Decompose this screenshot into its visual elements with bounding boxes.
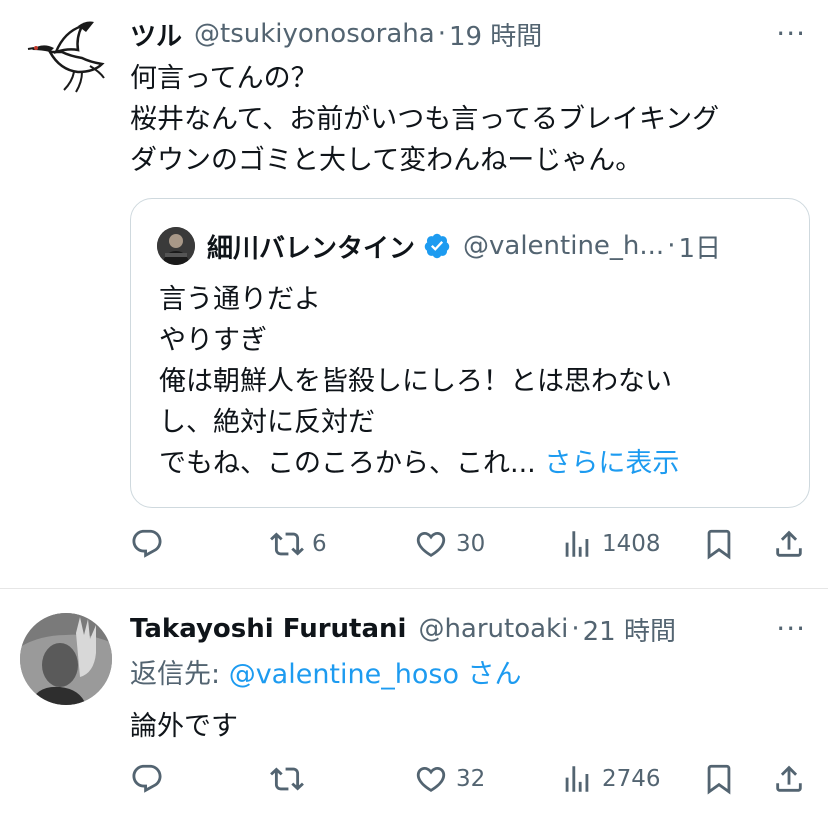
heart-icon: [416, 531, 446, 557]
views-count: 1408: [602, 531, 661, 557]
tweet-text-line: 桜井なんて、お前がいつも言ってるブレイキング: [130, 104, 720, 135]
reply-icon: [132, 764, 162, 793]
quote-avatar[interactable]: [157, 227, 195, 265]
like-count: 32: [456, 766, 486, 792]
author-name[interactable]: Takayoshi Furutani: [130, 614, 406, 644]
timestamp[interactable]: 19 時間: [449, 16, 542, 53]
tweet-text-line: ダウンのゴミと大して変わんねーじゃん。: [130, 145, 643, 176]
reply-mention-link[interactable]: @valentine_hoso: [229, 659, 459, 690]
replying-to: 返信先: @valentine_hoso さん: [130, 655, 522, 695]
quote-text-line: 俺は朝鮮人を皆殺しにしろ！とは思わない: [159, 366, 672, 397]
quote-author-handle[interactable]: @valentine_h...: [463, 231, 664, 261]
share-button[interactable]: [772, 522, 806, 566]
retweet-icon: [270, 767, 304, 791]
reply-button[interactable]: [130, 522, 164, 566]
author-name[interactable]: ツル: [130, 16, 182, 53]
action-bar: 6 30 1408: [130, 522, 810, 566]
views-button[interactable]: 1408: [560, 522, 661, 566]
quote-text-line: 言う通りだよ: [159, 284, 321, 315]
views-chart-icon: [565, 766, 589, 792]
action-bar: 32 2746: [130, 757, 810, 801]
tweet-header: Takayoshi Furutani @harutoaki · 21 時間: [130, 611, 676, 647]
author-handle[interactable]: @tsukiyonosoraha: [194, 19, 435, 49]
show-more-link[interactable]: さらに表示: [544, 448, 679, 479]
reply-suffix: さん: [458, 659, 522, 690]
like-button[interactable]: 30: [414, 522, 485, 566]
reply-button[interactable]: [130, 757, 164, 801]
crane-avatar-image: [20, 12, 112, 104]
tweet-text-line: 論外です: [130, 711, 238, 742]
share-button[interactable]: [772, 757, 806, 801]
tweet-text: 論外です: [130, 706, 800, 747]
tweet[interactable]: ツル @tsukiyonosoraha · 19 時間 ··· 何言ってんの？ …: [0, 0, 828, 588]
avatar[interactable]: [20, 12, 112, 104]
quote-text-line: でもね、このころから、これ... さらに表示: [159, 443, 679, 484]
views-chart-icon: [565, 531, 589, 557]
quote-text: 言う通りだよ やりすぎ 俺は朝鮮人を皆殺しにしろ！とは思わない し、絶対に反対だ…: [159, 279, 679, 484]
bookmark-button[interactable]: [702, 757, 736, 801]
reply-icon: [132, 529, 162, 558]
separator-dot: ·: [667, 231, 676, 261]
retweet-button[interactable]: 6: [270, 522, 327, 566]
quote-author-name[interactable]: 細川バレンタイン: [207, 228, 415, 265]
tweet-header: ツル @tsukiyonosoraha · 19 時間: [130, 16, 542, 52]
author-handle[interactable]: @harutoaki: [418, 614, 568, 644]
bookmark-icon: [707, 529, 731, 560]
more-options-button[interactable]: ···: [776, 20, 806, 48]
views-button[interactable]: 2746: [560, 757, 661, 801]
tweet[interactable]: Takayoshi Furutani @harutoaki · 21 時間 ··…: [0, 589, 828, 817]
like-count: 30: [456, 531, 486, 557]
share-icon: [776, 530, 802, 557]
avatar[interactable]: [20, 613, 112, 705]
quoted-tweet[interactable]: 細川バレンタイン @valentine_h... · 1日 言う通りだよ やりす…: [130, 198, 810, 508]
retweet-button[interactable]: [270, 757, 304, 801]
more-options-button[interactable]: ···: [776, 615, 806, 643]
retweet-count: 6: [312, 531, 327, 557]
verified-badge-icon: [423, 232, 451, 260]
reply-prefix: 返信先:: [130, 659, 229, 690]
bookmark-icon: [707, 764, 731, 795]
quote-timestamp[interactable]: 1日: [678, 228, 721, 265]
bookmark-button[interactable]: [702, 522, 736, 566]
timestamp[interactable]: 21 時間: [583, 611, 676, 648]
quote-text-line: し、絶対に反対だ: [159, 407, 375, 438]
retweet-icon: [270, 532, 304, 556]
share-icon: [776, 765, 802, 792]
views-count: 2746: [602, 766, 661, 792]
like-button[interactable]: 32: [414, 757, 485, 801]
separator-dot: ·: [437, 19, 446, 49]
heart-icon: [416, 766, 446, 792]
quote-text-truncated: でもね、このころから、これ...: [159, 448, 545, 479]
person-avatar-image: [157, 227, 195, 265]
separator-dot: ·: [571, 614, 580, 644]
tweet-text-line: 何言ってんの？: [130, 63, 318, 94]
tweet-text: 何言ってんの？ 桜井なんて、お前がいつも言ってるブレイキング ダウンのゴミと大し…: [130, 58, 800, 181]
person-avatar-image: [20, 613, 112, 705]
quote-text-line: やりすぎ: [159, 325, 267, 356]
quote-header: 細川バレンタイン @valentine_h... · 1日: [207, 227, 721, 265]
